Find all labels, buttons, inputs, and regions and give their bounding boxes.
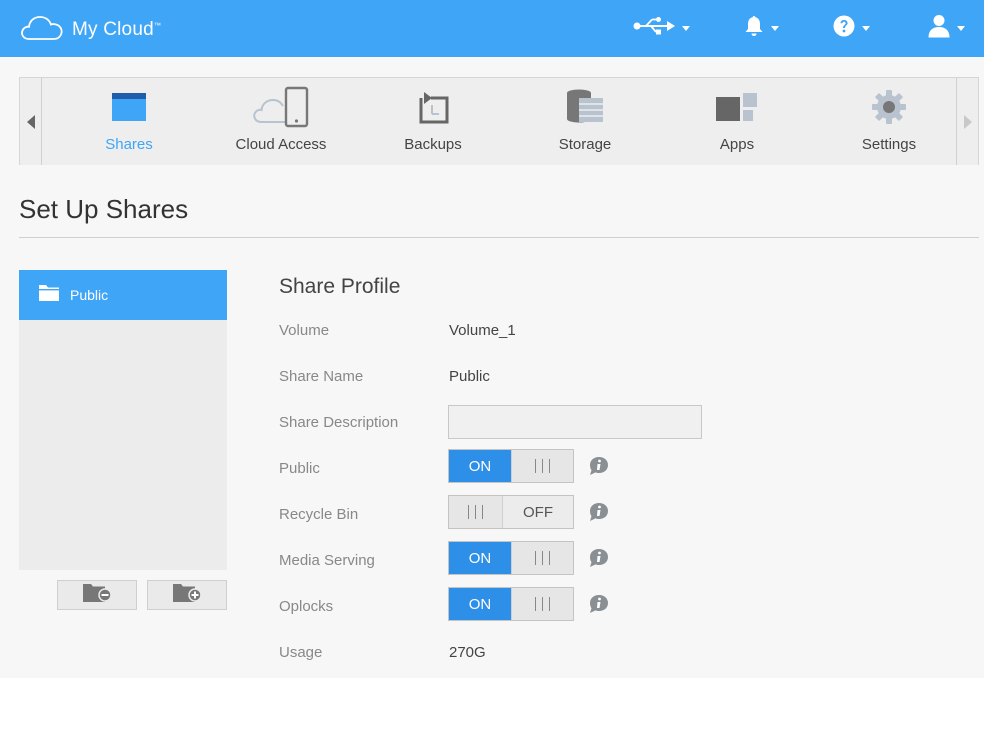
app-tab-backups[interactable]: Backups: [358, 78, 508, 165]
share-name: Public: [70, 287, 109, 303]
info-icon[interactable]: [588, 502, 609, 522]
toggle-handle: [511, 450, 573, 482]
oplocks-toggle[interactable]: ON: [448, 587, 574, 621]
share-list-item-public[interactable]: Public: [19, 270, 227, 320]
user-icon: [928, 14, 950, 43]
app-tab-label: Backups: [404, 136, 462, 153]
user-menu[interactable]: [928, 13, 965, 43]
divider: [19, 237, 979, 238]
media-serving-label: Media Serving: [279, 552, 375, 569]
share-name-value: Public: [449, 368, 490, 385]
usb-menu[interactable]: [633, 13, 690, 43]
info-icon[interactable]: [588, 594, 609, 614]
app-tab-shares[interactable]: Shares: [54, 78, 204, 165]
folder-icon: [38, 284, 60, 307]
public-toggle[interactable]: ON: [448, 449, 574, 483]
info-icon[interactable]: [588, 548, 609, 568]
top-bar: My Cloud™: [0, 0, 984, 57]
toggle-handle: [449, 496, 503, 528]
toggle-handle: [511, 542, 573, 574]
nav-prev-button[interactable]: [20, 78, 42, 165]
volume-value: Volume_1: [449, 322, 516, 339]
usb-icon: [633, 16, 675, 41]
folder-add-icon: [172, 582, 202, 609]
brand-name: My Cloud™: [72, 18, 162, 40]
profile-title: Share Profile: [279, 275, 401, 298]
bell-icon: [744, 15, 764, 42]
toggle-state: ON: [449, 588, 511, 620]
share-description-label: Share Description: [279, 414, 399, 431]
public-label: Public: [279, 460, 320, 477]
app-tab-label: Settings: [861, 136, 917, 153]
folder-icon: [111, 91, 147, 128]
toggle-state: OFF: [503, 496, 573, 528]
folder-remove-icon: [82, 582, 112, 609]
notifications-menu[interactable]: [744, 13, 779, 43]
volume-label: Volume: [279, 322, 330, 339]
app-tab-label: Apps: [719, 136, 755, 153]
chevron-down-icon: [862, 25, 870, 31]
app-tab-settings[interactable]: Settings: [814, 78, 964, 165]
gear-icon: [871, 89, 907, 130]
cloud-logo-icon: [20, 13, 64, 46]
chevron-down-icon: [682, 25, 690, 31]
storage-icon: [565, 88, 605, 131]
help-menu[interactable]: [833, 13, 870, 43]
toggle-handle: [511, 588, 573, 620]
chevron-right-icon: [963, 114, 972, 129]
brand-logo[interactable]: My Cloud™: [20, 13, 161, 46]
chevron-down-icon: [957, 25, 965, 31]
media-serving-toggle[interactable]: ON: [448, 541, 574, 575]
help-icon: [833, 15, 855, 42]
apps-icon: [714, 91, 760, 128]
share-list: Public: [19, 270, 227, 570]
add-share-button[interactable]: [147, 580, 227, 610]
usage-label: Usage: [279, 644, 323, 661]
share-name-label: Share Name: [279, 368, 364, 385]
remove-share-button[interactable]: [57, 580, 137, 610]
app-tab-label: Storage: [558, 136, 612, 153]
share-description-input[interactable]: [448, 405, 702, 439]
backup-icon: [415, 88, 451, 131]
app-tab-apps[interactable]: Apps: [662, 78, 812, 165]
chevron-down-icon: [771, 25, 779, 31]
oplocks-label: Oplocks: [279, 598, 334, 615]
app-tab-label: Cloud Access: [235, 136, 327, 153]
chevron-left-icon: [26, 114, 35, 129]
app-tab-label: Shares: [105, 136, 153, 153]
toggle-state: ON: [449, 542, 511, 574]
page-title: Set Up Shares: [19, 194, 189, 224]
usage-value: 270G: [449, 644, 486, 661]
info-icon[interactable]: [588, 456, 609, 476]
app-navigation-bar: Shares Cloud Access Backups Storage Apps…: [19, 77, 979, 165]
nav-next-button[interactable]: [956, 78, 978, 165]
recycle-bin-toggle[interactable]: OFF: [448, 495, 574, 529]
recycle-bin-label: Recycle Bin: [279, 506, 359, 523]
app-tab-cloud-access[interactable]: Cloud Access: [206, 78, 356, 165]
app-tab-storage[interactable]: Storage: [510, 78, 660, 165]
cloud-device-icon: [253, 86, 309, 133]
toggle-state: ON: [449, 450, 511, 482]
